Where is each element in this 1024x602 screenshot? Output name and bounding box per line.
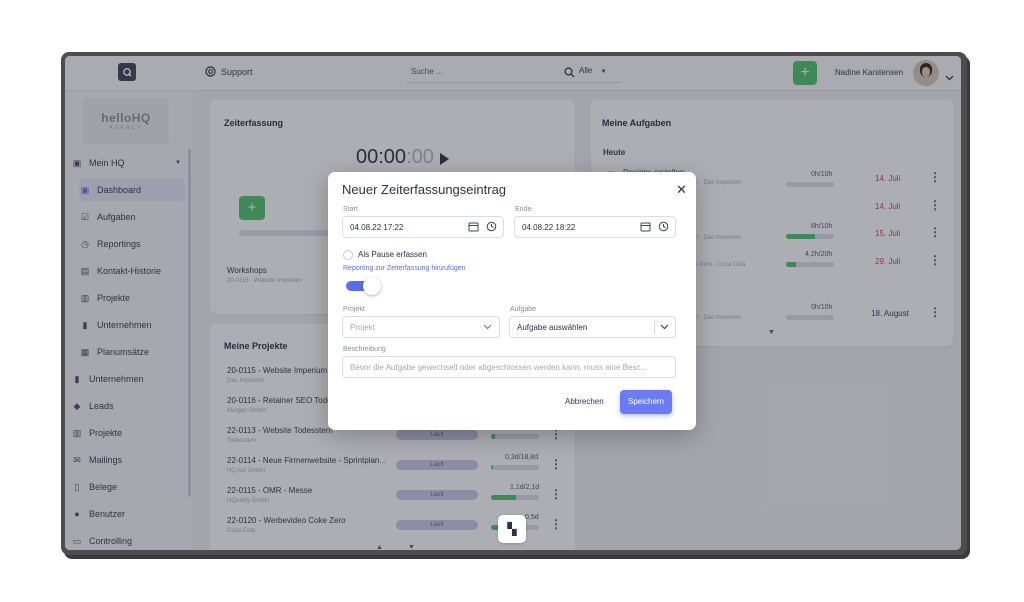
end-datetime-input[interactable]: 04.08.22 18:22: [514, 216, 676, 238]
end-value: 04.08.22 18:22: [522, 222, 576, 232]
reporting-label: Reporting zur Zeiterfassung hinzufügen: [343, 265, 466, 272]
dialog-title: Neuer Zeiterfassungseintrag: [342, 182, 507, 197]
start-datetime-input[interactable]: 04.08.22 17:22: [342, 216, 504, 238]
save-button[interactable]: Speichern: [620, 390, 672, 414]
reporting-toggle[interactable]: [346, 277, 381, 295]
aufgabe-value: Aufgabe auswählen: [517, 322, 588, 332]
select-divider: [654, 321, 655, 334]
beschreibung-placeholder: Bevor die Aufgabe gewechselt oder abgesc…: [350, 362, 648, 372]
clock-icon[interactable]: [658, 221, 669, 234]
calendar-icon[interactable]: [640, 221, 651, 234]
pause-checkbox[interactable]: [343, 250, 353, 260]
aufgabe-label: Aufgabe: [510, 306, 537, 313]
aufgabe-select[interactable]: Aufgabe auswählen: [509, 316, 676, 338]
pause-label[interactable]: Als Pause erfassen: [358, 250, 427, 259]
projekt-placeholder: Projekt: [350, 322, 375, 332]
end-label: Ende: [515, 206, 532, 213]
chevron-down-icon: [660, 323, 669, 332]
beschreibung-input[interactable]: Bevor die Aufgabe gewechselt oder abgesc…: [342, 356, 676, 378]
time-entry-dialog: Neuer Zeiterfassungseintrag ✕ Start 04.0…: [328, 172, 696, 430]
close-icon[interactable]: ✕: [676, 183, 687, 196]
grid-icon: ▚: [507, 522, 517, 536]
projekt-label: Projekt: [343, 306, 365, 313]
start-value: 04.08.22 17:22: [350, 222, 404, 232]
start-label: Start: [343, 206, 358, 213]
chevron-down-icon: [483, 323, 492, 332]
beschreibung-label: Beschreibung: [343, 346, 386, 353]
cancel-button[interactable]: Abbrechen: [565, 397, 604, 406]
projekt-select[interactable]: Projekt: [342, 316, 500, 338]
clock-icon[interactable]: [486, 221, 497, 234]
widgets-button[interactable]: ▚: [498, 515, 526, 543]
calendar-icon[interactable]: [468, 221, 479, 234]
